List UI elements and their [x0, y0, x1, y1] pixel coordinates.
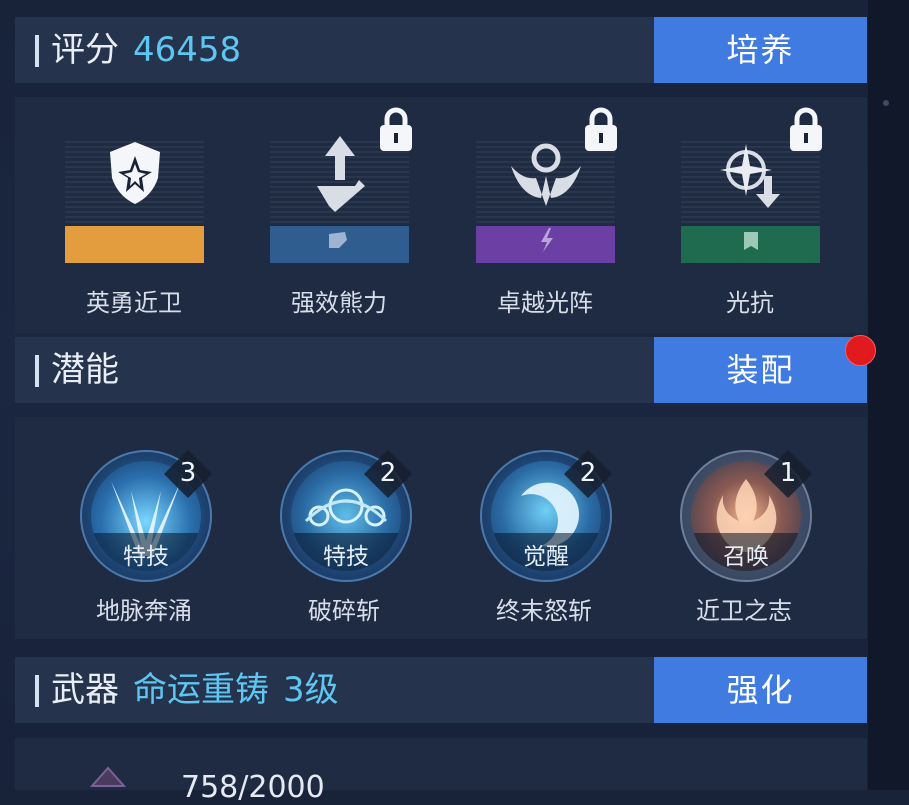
- lock-icon: [787, 106, 825, 152]
- skill-name-4: 近卫之志: [696, 597, 792, 625]
- crest-icon: [510, 143, 581, 252]
- score-value: 46458: [133, 30, 242, 70]
- weapon-panel: [15, 738, 867, 790]
- cultivate-button[interactable]: 培养: [654, 17, 867, 83]
- weapon-label: 武器: [51, 670, 119, 710]
- skill-name-1: 地脉奔涌: [96, 597, 192, 625]
- header-bar: [35, 675, 39, 707]
- score-label: 评分: [51, 30, 119, 70]
- talent-card-2[interactable]: [270, 136, 409, 263]
- weapon-title: 武器 命运重铸 3级: [51, 657, 339, 723]
- weapon-header: 武器 命运重铸 3级 强化: [15, 657, 867, 723]
- skill-type: 特技: [323, 544, 369, 570]
- header-bar: [35, 355, 39, 387]
- right-edge-panel: [868, 0, 909, 790]
- talent-label-2: 强效熊力: [291, 289, 387, 317]
- notification-dot: [845, 335, 876, 366]
- skill-count: 2: [579, 458, 597, 488]
- skill-count: 3: [179, 458, 197, 488]
- potential-title: 潜能: [51, 350, 119, 390]
- talent-card-1[interactable]: [65, 138, 204, 263]
- background-particle: [883, 100, 889, 106]
- talent-label-4: 光抗: [726, 289, 774, 317]
- material-icon: [89, 766, 127, 787]
- weapon-name: 命运重铸: [133, 670, 269, 710]
- skill-type: 觉醒: [523, 544, 569, 570]
- potential-header: 潜能 装配: [15, 337, 867, 403]
- lock-icon: [582, 106, 620, 152]
- arrow-up-icon: [316, 136, 365, 248]
- score-title: 评分 46458: [51, 17, 241, 83]
- skill-count: 1: [779, 458, 797, 488]
- talent-label-1: 英勇近卫: [86, 289, 182, 317]
- enhance-button[interactable]: 强化: [654, 657, 867, 723]
- shield-icon: [109, 142, 160, 204]
- compass-icon: [719, 144, 780, 250]
- skill-name-3: 终末怒斩: [496, 597, 592, 625]
- progress-text: 758/2000: [181, 770, 325, 805]
- skill-name-2: 破碎斩: [308, 597, 380, 625]
- card-base: [65, 226, 204, 263]
- talent-card-4[interactable]: [681, 138, 820, 263]
- weapon-level: 3级: [283, 670, 339, 710]
- score-header: 评分 46458 培养: [15, 17, 867, 83]
- talent-label-3: 卓越光阵: [497, 289, 593, 317]
- lock-icon: [377, 106, 415, 152]
- talent-card-3[interactable]: [476, 138, 615, 263]
- header-bar: [35, 35, 39, 67]
- skill-count: 2: [379, 458, 397, 488]
- skill-type: 召唤: [723, 544, 769, 570]
- equip-button[interactable]: 装配: [654, 337, 867, 403]
- skill-type: 特技: [123, 544, 169, 570]
